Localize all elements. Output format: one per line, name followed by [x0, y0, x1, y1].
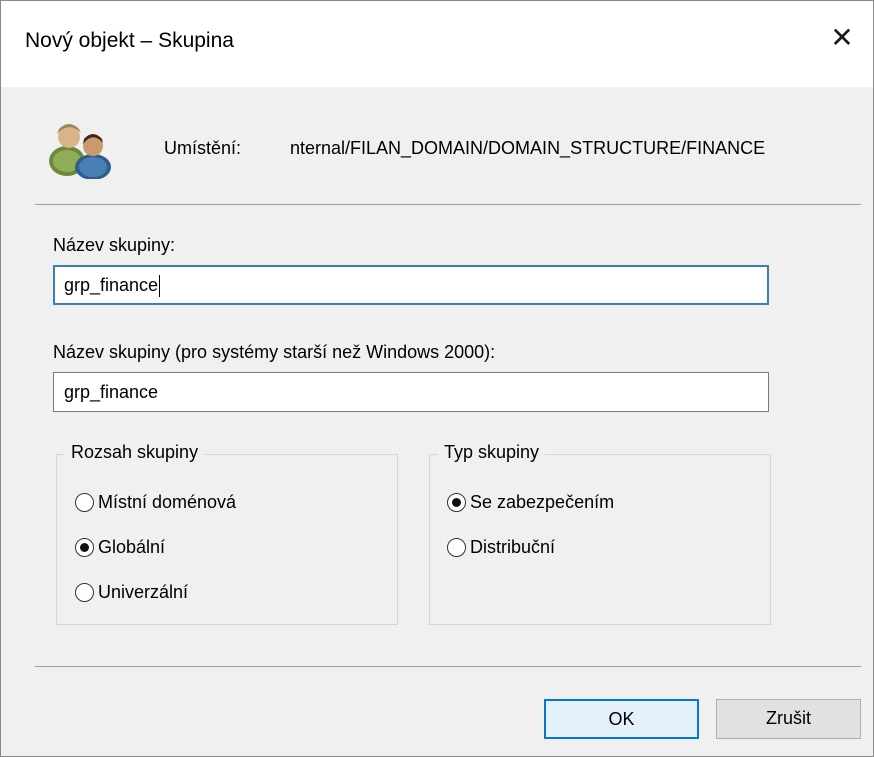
- radio-button[interactable]: [75, 493, 94, 512]
- radio-label: Distribuční: [470, 537, 556, 557]
- divider: [35, 666, 861, 667]
- radio-scope-universal[interactable]: Univerzální: [75, 582, 188, 603]
- location-value: nternal/FILAN_DOMAIN/DOMAIN_STRUCTURE/FI…: [290, 138, 766, 158]
- radio-button[interactable]: [447, 538, 466, 557]
- user-group-icon: [49, 124, 111, 179]
- radio-button[interactable]: [447, 493, 466, 512]
- group-scope-box: Rozsah skupiny Místní doménová Globální …: [56, 442, 398, 625]
- close-icon[interactable]: ✕: [827, 23, 857, 53]
- radio-button[interactable]: [75, 583, 94, 602]
- group-name-legacy-label: Název skupiny (pro systémy starší než Wi…: [53, 342, 496, 362]
- group-type-title: Typ skupiny: [438, 442, 546, 463]
- group-name-label: Název skupiny:: [53, 235, 176, 255]
- group-name-legacy-input[interactable]: grp_finance: [53, 372, 769, 412]
- group-type-box: Typ skupiny Se zabezpečením Distribuční: [429, 442, 771, 625]
- radio-label: Se zabezpečením: [470, 492, 615, 512]
- title-bar: Nový objekt – Skupina ✕: [1, 1, 873, 87]
- radio-type-security[interactable]: Se zabezpečením: [447, 492, 614, 513]
- radio-label: Místní doménová: [98, 492, 237, 512]
- group-scope-title: Rozsah skupiny: [65, 442, 205, 463]
- radio-button[interactable]: [75, 538, 94, 557]
- divider: [35, 204, 861, 205]
- radio-label: Globální: [98, 537, 166, 557]
- cancel-button[interactable]: Zrušit: [716, 699, 861, 739]
- location-label: Umístění:: [164, 138, 242, 158]
- radio-label: Univerzální: [98, 582, 189, 602]
- radio-type-distribution[interactable]: Distribuční: [447, 537, 555, 558]
- ok-button[interactable]: OK: [544, 699, 699, 739]
- new-group-dialog: Nový objekt – Skupina ✕ Umístění: nterna…: [0, 0, 874, 757]
- radio-scope-domain-local[interactable]: Místní doménová: [75, 492, 236, 513]
- window-title: Nový objekt – Skupina: [25, 29, 234, 52]
- text-caret: [159, 275, 161, 298]
- group-name-input[interactable]: grp_finance: [53, 265, 769, 305]
- radio-scope-global[interactable]: Globální: [75, 537, 165, 558]
